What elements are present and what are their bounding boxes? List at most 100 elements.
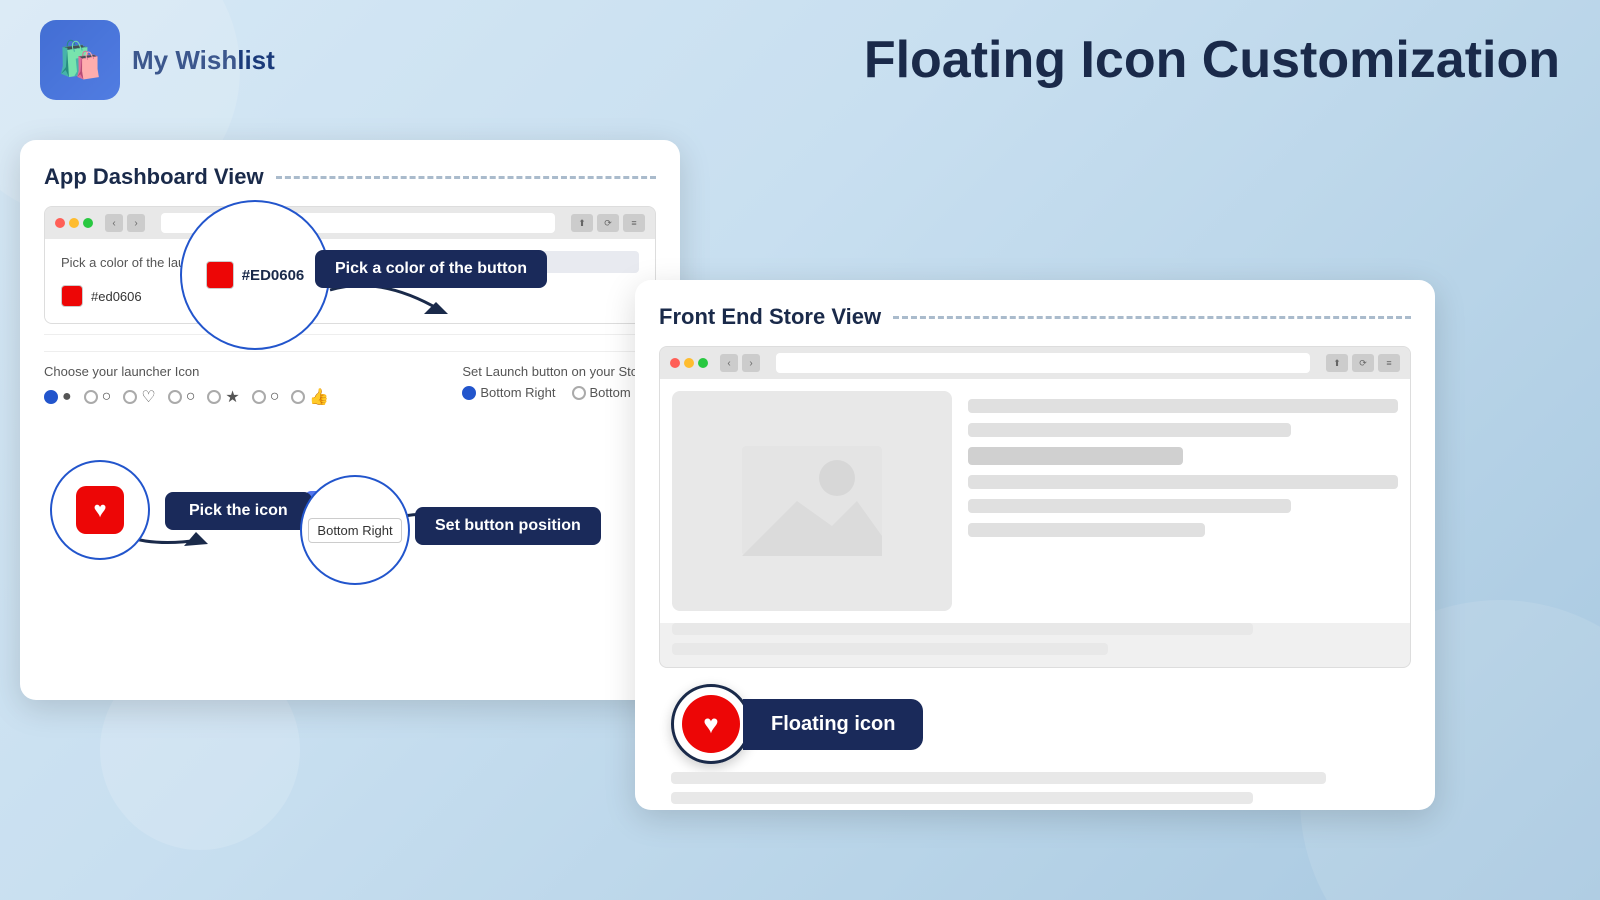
- store-nav-forward[interactable]: ›: [742, 354, 760, 372]
- radio-dot-3: [123, 390, 137, 404]
- store-url-bar: [776, 353, 1310, 373]
- dashboard-panel: App Dashboard View ‹ › ⬆ ⟳ ≡ Pic: [20, 140, 680, 700]
- store-panel: Front End Store View ‹ › ⬆ ⟳ ≡: [635, 280, 1435, 810]
- radio-dot-6: [252, 390, 266, 404]
- detail-line-3: [968, 447, 1183, 465]
- nav-back[interactable]: ‹: [105, 214, 123, 232]
- browser-actions: ⬆ ⟳ ≡: [571, 214, 645, 232]
- pick-icon-button[interactable]: Pick the icon: [165, 492, 312, 530]
- callout-color-inner: #ED0606: [206, 261, 305, 289]
- store-bottom-lines: [660, 623, 1410, 667]
- store-browser-action-1[interactable]: ⬆: [1326, 354, 1348, 372]
- store-browser-actions: ⬆ ⟳ ≡: [1326, 354, 1400, 372]
- color-swatch[interactable]: [61, 285, 83, 307]
- section-divider-1: [44, 334, 656, 335]
- radio-dot-1: [44, 390, 58, 404]
- header: 🛍️ My Wishlist Floating Icon Customizati…: [0, 0, 1600, 120]
- set-position-button[interactable]: Set button position: [415, 507, 601, 545]
- extra-lines: [659, 772, 1411, 804]
- pick-color-button[interactable]: Pick a color of the button: [315, 250, 547, 288]
- icon-section-label: Choose your launcher Icon: [44, 364, 329, 379]
- browser-action-1[interactable]: ⬆: [571, 214, 593, 232]
- radio-dot-4: [168, 390, 182, 404]
- store-nav-back[interactable]: ‹: [720, 354, 738, 372]
- browser-dots: [55, 218, 93, 228]
- icon-radios: ● ○ ♡ ○ ★: [44, 387, 329, 407]
- radio-icon-7[interactable]: 👍: [291, 387, 329, 407]
- pick-color-btn-wrapper: Pick a color of the button: [315, 250, 547, 288]
- browser-nav: ‹ ›: [105, 214, 145, 232]
- detail-line-1: [968, 399, 1398, 413]
- icon-shape-6: ○: [270, 388, 280, 406]
- icon-shape-3: ♡: [141, 387, 155, 407]
- store-browser-dots: [670, 358, 708, 368]
- store-browser-nav: ‹ ›: [720, 354, 760, 372]
- radio-circle-right: [462, 386, 476, 400]
- dot-red: [55, 218, 65, 228]
- dot-yellow: [69, 218, 79, 228]
- radio-dot-7: [291, 390, 305, 404]
- store-dot-red: [670, 358, 680, 368]
- radio-icon-5[interactable]: ★: [207, 387, 239, 407]
- icon-shape-4: ○: [186, 388, 196, 406]
- radio-icon-6[interactable]: ○: [252, 388, 280, 406]
- icon-heart: ♥: [93, 497, 106, 523]
- radio-dot-2: [84, 390, 98, 404]
- bottom-line-2: [672, 643, 1108, 655]
- page-title: Floating Icon Customization: [864, 30, 1560, 90]
- store-browser-bar: ‹ › ⬆ ⟳ ≡: [660, 347, 1410, 379]
- product-image-svg: [742, 446, 882, 556]
- radio-circle-left: [572, 386, 586, 400]
- store-dot-green: [698, 358, 708, 368]
- product-details: [968, 391, 1398, 611]
- position-radios: Bottom Right Bottom Left: [462, 385, 656, 400]
- callout-icon-circle: ♥: [50, 460, 150, 560]
- position-right-label: Bottom Right: [480, 385, 555, 400]
- callout-color-swatch: [206, 261, 234, 289]
- nav-forward[interactable]: ›: [127, 214, 145, 232]
- icon-shape-1: ●: [62, 388, 72, 406]
- floating-label: Floating icon: [743, 699, 923, 750]
- extra-line-1: [671, 772, 1326, 784]
- store-label: Front End Store View: [659, 304, 1411, 330]
- detail-line-4: [968, 475, 1398, 489]
- dashboard-label: App Dashboard View: [44, 164, 656, 190]
- product-image: [672, 391, 952, 611]
- store-browser-action-3[interactable]: ≡: [1378, 354, 1400, 372]
- detail-line-6: [968, 523, 1205, 537]
- pos-label-display: Bottom Right: [308, 518, 401, 543]
- floating-icon-demo: ♥ Floating icon: [671, 684, 1399, 764]
- radio-dot-5: [207, 390, 221, 404]
- radio-icon-4[interactable]: ○: [168, 388, 196, 406]
- logo-icon: 🛍️: [58, 39, 103, 81]
- position-radio-right[interactable]: Bottom Right: [462, 385, 555, 400]
- icon-shape-2: ○: [102, 388, 112, 406]
- store-dot-yellow: [684, 358, 694, 368]
- radio-icon-1[interactable]: ●: [44, 388, 72, 406]
- dot-green: [83, 218, 93, 228]
- floating-heart-icon: ♥: [703, 709, 718, 740]
- color-hash: #ed0606: [91, 289, 142, 304]
- icon-display: ♥: [76, 486, 124, 534]
- store-browser-mock: ‹ › ⬆ ⟳ ≡: [659, 346, 1411, 668]
- detail-line-5: [968, 499, 1291, 513]
- store-browser-content: [660, 379, 1410, 623]
- floating-btn-inner: ♥: [682, 695, 740, 753]
- radio-icon-3[interactable]: ♡: [123, 387, 155, 407]
- icon-shape-5: ★: [225, 387, 239, 407]
- callout-position-circle: Bottom Right: [300, 475, 410, 585]
- browser-action-3[interactable]: ≡: [623, 214, 645, 232]
- store-dashed-divider: [893, 316, 1411, 319]
- store-browser-action-2[interactable]: ⟳: [1352, 354, 1374, 372]
- browser-action-2[interactable]: ⟳: [597, 214, 619, 232]
- icon-section: Choose your launcher Icon ● ○ ♡: [44, 351, 656, 419]
- logo-area: 🛍️ My Wishlist: [40, 20, 275, 100]
- app-name: My Wishlist: [132, 45, 275, 76]
- callout-color-circle: #ED0606: [180, 200, 330, 350]
- bottom-line-1: [672, 623, 1253, 635]
- logo-box: 🛍️: [40, 20, 120, 100]
- dashed-divider: [276, 176, 656, 179]
- radio-icon-2[interactable]: ○: [84, 388, 112, 406]
- floating-btn[interactable]: ♥: [671, 684, 751, 764]
- icon-shape-7: 👍: [309, 387, 329, 407]
